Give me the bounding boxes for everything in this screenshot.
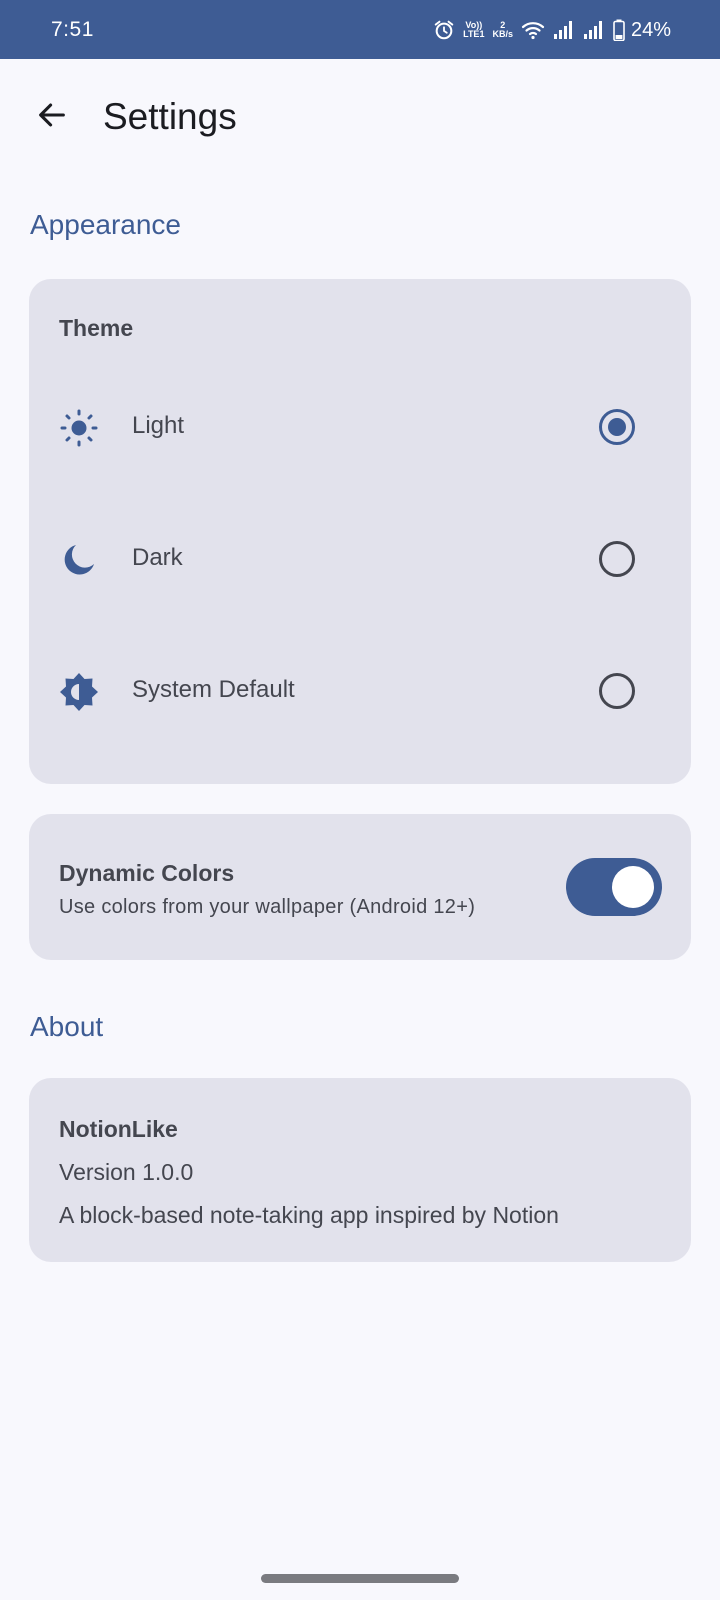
about-version: Version 1.0.0 [59, 1159, 194, 1185]
volte-icon: Vo)) LTE1 [463, 21, 484, 39]
dynamic-colors-title: Dynamic Colors [59, 860, 235, 886]
dynamic-colors-toggle[interactable] [566, 858, 662, 916]
volte-label-bottom: LTE1 [463, 29, 485, 39]
theme-label-dark: Dark [132, 544, 183, 571]
speed-unit: KB/s [492, 29, 513, 39]
app-bar: Settings [0, 59, 720, 177]
brightness-auto-icon [59, 672, 99, 712]
theme-label-light: Light [132, 412, 185, 439]
status-icons: Vo)) LTE1 2 KB/s 24% [433, 14, 720, 46]
signal-icon [553, 20, 575, 40]
home-indicator[interactable] [261, 1574, 459, 1583]
battery-percent: 24% [630, 18, 671, 41]
dynamic-colors-card[interactable]: Dynamic Colors Use colors from your wall… [29, 814, 691, 960]
moon-icon [59, 540, 99, 580]
theme-option-dark[interactable]: Dark [29, 503, 691, 613]
page-title: Settings [103, 96, 237, 137]
radio-light[interactable] [599, 409, 635, 445]
about-card: NotionLike Version 1.0.0 A block-based n… [29, 1078, 691, 1262]
battery-icon [613, 19, 625, 41]
dynamic-colors-subtitle: Use colors from your wallpaper (Android … [59, 896, 476, 918]
theme-card: Theme Light Dark System Default [29, 279, 691, 784]
alarm-icon [433, 19, 455, 41]
section-header-about: About [30, 1011, 104, 1042]
wifi-icon [521, 20, 545, 40]
status-time: 7:51 [51, 18, 94, 41]
toggle-thumb [612, 866, 654, 908]
theme-label-system-default: System Default [132, 676, 295, 703]
theme-option-light[interactable]: Light [29, 371, 691, 481]
about-app-name: NotionLike [59, 1116, 178, 1142]
radio-dark[interactable] [599, 541, 635, 577]
arrow-back-icon [39, 103, 65, 127]
status-bar: 7:51 Vo)) LTE1 2 KB/s 24% [0, 0, 720, 59]
back-button[interactable] [26, 89, 78, 141]
theme-option-system-default[interactable]: System Default [29, 635, 691, 745]
about-description: A block-based note-taking app inspired b… [59, 1202, 559, 1228]
network-speed: 2 KB/s [492, 21, 513, 39]
radio-system-default[interactable] [599, 673, 635, 709]
signal-icon [583, 20, 605, 40]
section-header-appearance: Appearance [30, 209, 182, 240]
theme-title: Theme [59, 315, 134, 341]
sun-icon [59, 408, 99, 448]
